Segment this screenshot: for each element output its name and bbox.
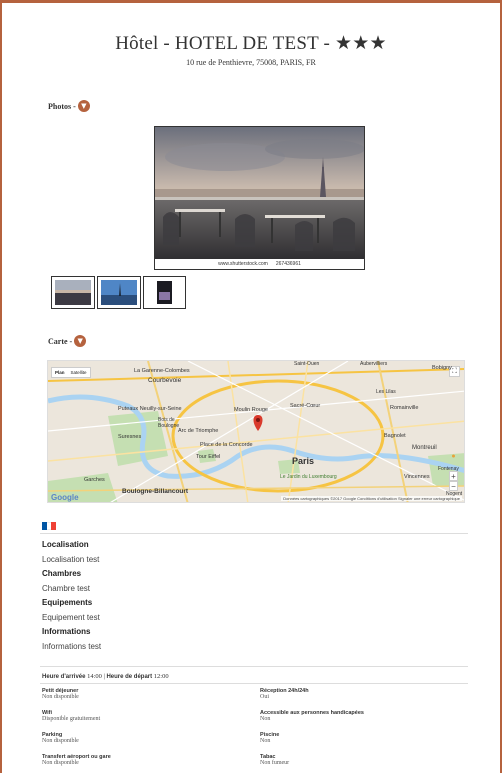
french-flag-icon[interactable]: [42, 522, 57, 530]
map-place-label: Montreuil: [412, 445, 437, 451]
hotel-title: Hôtel - HOTEL DE TEST - ★★★: [115, 33, 387, 54]
amenity-item: Transfert aéroport ou gare Non disponibl…: [42, 754, 242, 766]
checkin-times: Heure d'arrivée 14:00 | Heure de départ …: [42, 673, 169, 680]
thumbnail-2-image: [101, 280, 137, 305]
chevron-down-icon[interactable]: ▼: [74, 335, 87, 347]
equipements-heading: Equipements: [42, 598, 93, 607]
amenity-value: Disponible gratuitement: [42, 716, 101, 722]
flag-red-stripe: [51, 522, 57, 530]
map-type-control[interactable]: Plan Satellite: [51, 367, 91, 378]
map-label-text: Carte -: [48, 336, 73, 346]
photos-section-label: Photos - ▼: [48, 100, 90, 112]
map-place-label: Courbevoie: [148, 377, 182, 384]
map-attribution[interactable]: Données cartographiques ©2017 Google Con…: [281, 496, 462, 501]
map-place-label: Bobigny: [432, 365, 452, 371]
amenity-value: Non disponible: [42, 738, 79, 744]
hotel-address: 10 rue de Penthievre, 75008, PARIS, FR: [186, 58, 316, 67]
map-section-label: Carte - ▼: [48, 335, 87, 347]
amenity-item: Petit déjeuner Non disponible: [42, 688, 242, 700]
amenity-item: Piscine Non: [260, 732, 460, 744]
equipements-text: Equipement test: [42, 613, 100, 622]
map-place-label: Garches: [84, 477, 105, 483]
map-place-label: Fontenay: [438, 466, 459, 472]
google-logo: Google: [51, 493, 79, 502]
chevron-down-icon[interactable]: ▼: [77, 100, 90, 112]
thumbnail-1-image: [55, 280, 91, 305]
thumbnail-1[interactable]: [51, 276, 95, 309]
amenity-item: Tabac Non fumeur: [260, 754, 460, 766]
amenity-value: Non fumeur: [260, 760, 290, 766]
map-place-label: Vincennes: [404, 474, 430, 480]
amenity-value: Non: [260, 716, 271, 722]
map-place-label: Boulogne-Billancourt: [122, 488, 189, 495]
amenity-item: Accessible aux personnes handicapées Non: [260, 710, 460, 722]
photo-watermark: www.shutterstock.com 267436961: [155, 259, 364, 269]
map-place-label: Paris: [292, 456, 315, 466]
divider: [40, 666, 468, 667]
amenity-item: Wifi Disponible gratuitement: [42, 710, 242, 722]
chambres-text: Chambre test: [42, 584, 91, 593]
departure-label: Heure de départ: [106, 674, 153, 680]
informations-text: Informations test: [42, 642, 102, 651]
amenity-value: Non: [260, 738, 271, 744]
localisation-text: Localisation test: [42, 555, 100, 564]
map-place-label: Romainville: [390, 405, 419, 411]
amenity-value: Non disponible: [42, 694, 79, 700]
thumbnail-3-image: [147, 280, 182, 305]
map-place-label: Bois de Boulogne: [158, 417, 180, 429]
localisation-heading: Localisation: [42, 540, 89, 549]
informations-heading: Informations: [42, 627, 91, 636]
watermark-site: www.shutterstock.com: [218, 261, 268, 267]
map-place-label: Saint-Ouen: [294, 361, 320, 367]
amenity-value: Non disponible: [42, 760, 79, 766]
thumbnail-2[interactable]: [97, 276, 141, 309]
departure-value: 12:00: [153, 673, 169, 680]
map-place-label: Bagnolet: [384, 433, 406, 439]
street-view-icon[interactable]: ●: [449, 451, 458, 462]
map-place-label: La Garenne-Colombes: [134, 368, 190, 374]
map-type-plan[interactable]: Plan: [52, 368, 68, 377]
amenity-item: Parking Non disponible: [42, 732, 242, 744]
map-tiles: [48, 361, 464, 502]
arrival-value: 14:00: [87, 673, 102, 680]
thumbnail-3[interactable]: [143, 276, 186, 309]
map-place-label: Puteaux Neuilly-sur-Seine: [118, 406, 182, 412]
map-place-label: Sacré-Cœur: [290, 403, 321, 409]
main-photo[interactable]: www.shutterstock.com 267436961: [154, 126, 365, 270]
divider: [40, 683, 468, 684]
map-place-label: Moulin Rouge: [234, 407, 268, 413]
map-place-label: Les Lilas: [376, 389, 396, 395]
chambres-heading: Chambres: [42, 569, 82, 578]
map-place-label: Suresnes: [118, 434, 142, 440]
watermark-id: 267436961: [275, 261, 301, 267]
divider: [40, 533, 468, 534]
map-place-label: Tour Eiffel: [196, 454, 221, 460]
main-photo-image: [155, 127, 364, 261]
map-place-label: Aubervilliers: [360, 361, 388, 367]
amenity-value: Oui: [260, 694, 269, 700]
photos-label-text: Photos -: [48, 101, 76, 111]
zoom-out-button[interactable]: −: [449, 481, 458, 491]
map-type-satellite[interactable]: Satellite: [68, 368, 90, 377]
zoom-in-button[interactable]: +: [449, 471, 458, 481]
arrival-label: Heure d'arrivée: [42, 674, 86, 680]
map-place-label: Place de la Concorde: [200, 442, 253, 448]
amenity-item: Réception 24h/24h Oui: [260, 688, 460, 700]
map-place-label: Le Jardin du Luxembourg: [280, 474, 337, 480]
google-map[interactable]: Plan Satellite ⛶ ● + − La Garenne-Colomb…: [47, 360, 465, 503]
